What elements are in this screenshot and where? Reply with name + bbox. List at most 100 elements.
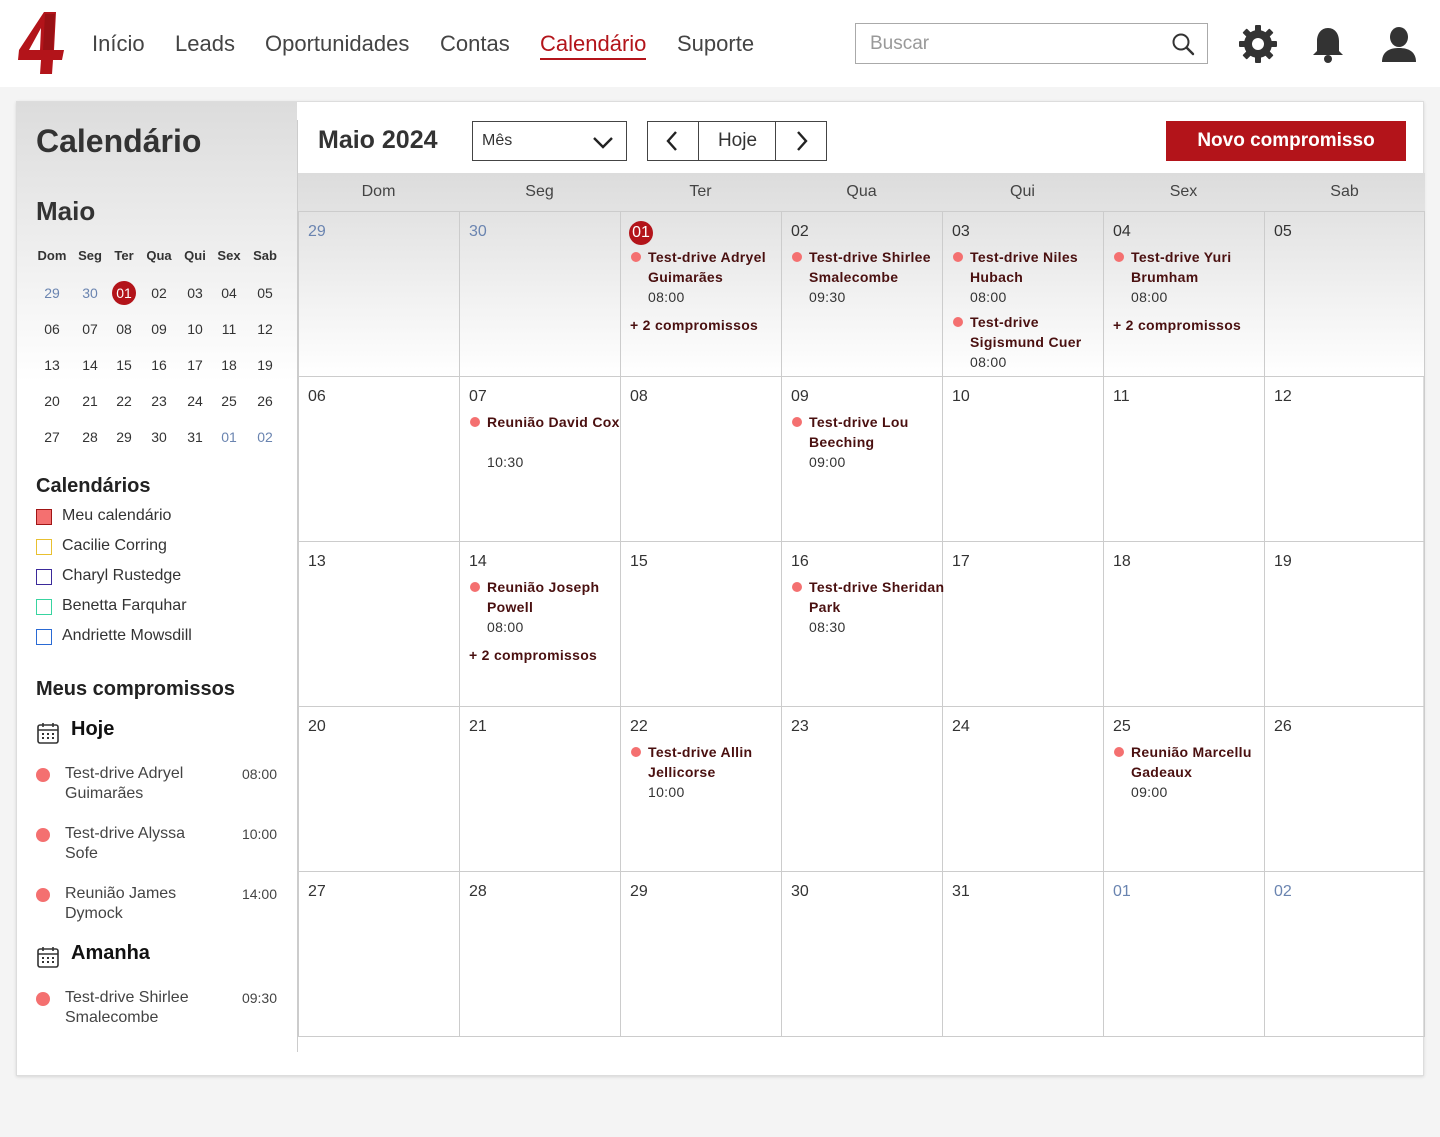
mini-calendar-day[interactable]: 27: [40, 425, 64, 449]
today-button[interactable]: Hoje: [699, 122, 776, 160]
day-number[interactable]: 31: [952, 883, 970, 901]
day-number[interactable]: 12: [1274, 388, 1292, 406]
appointment-item[interactable]: Reunião James Dymock 14:00: [36, 884, 281, 928]
nav-oportunidades[interactable]: Oportunidades: [265, 30, 409, 58]
mini-calendar-day[interactable]: 05: [253, 281, 277, 305]
day-number[interactable]: 09: [791, 388, 809, 406]
nav-contas[interactable]: Contas: [440, 30, 510, 58]
day-number[interactable]: 17: [952, 553, 970, 571]
calendar-color-checkbox[interactable]: [36, 569, 52, 585]
mini-calendar-day[interactable]: 24: [183, 389, 207, 413]
more-events-link[interactable]: + 2 compromissos: [630, 317, 758, 333]
mini-calendar-day[interactable]: 20: [40, 389, 64, 413]
day-number[interactable]: 23: [791, 718, 809, 736]
mini-calendar-day[interactable]: 22: [112, 389, 136, 413]
calendar-event[interactable]: Test-drive Sigismund Cuer 08:00: [953, 312, 1103, 372]
day-number[interactable]: 21: [469, 718, 487, 736]
day-number[interactable]: 26: [1274, 718, 1292, 736]
day-number[interactable]: 18: [1113, 553, 1131, 571]
day-number[interactable]: 14: [469, 553, 487, 571]
day-number[interactable]: 06: [308, 388, 326, 406]
day-number[interactable]: 30: [791, 883, 809, 901]
more-events-link[interactable]: + 2 compromissos: [469, 647, 597, 663]
gear-icon[interactable]: [1238, 24, 1278, 64]
mini-calendar-day[interactable]: 30: [147, 425, 171, 449]
bell-icon[interactable]: [1308, 24, 1348, 64]
mini-calendar-day[interactable]: 29: [112, 425, 136, 449]
mini-calendar-day[interactable]: 01: [112, 281, 136, 305]
calendar-event[interactable]: Test-drive Niles Hubach 08:00: [953, 247, 1103, 307]
day-number[interactable]: 29: [308, 223, 326, 241]
day-number[interactable]: 02: [791, 223, 809, 241]
day-number[interactable]: 30: [469, 223, 487, 241]
calendar-event[interactable]: Reunião Joseph Powell 08:00: [470, 577, 620, 637]
mini-calendar-day[interactable]: 15: [112, 353, 136, 377]
day-number[interactable]: 20: [308, 718, 326, 736]
calendar-color-checkbox[interactable]: [36, 599, 52, 615]
mini-calendar-day[interactable]: 17: [183, 353, 207, 377]
mini-calendar-day[interactable]: 31: [183, 425, 207, 449]
next-month-button[interactable]: [775, 122, 826, 160]
search-icon[interactable]: [1171, 32, 1195, 56]
view-select[interactable]: Mês: [472, 121, 627, 161]
calendar-event[interactable]: Test-drive Adryel Guimarães 08:00: [631, 247, 781, 307]
mini-calendar-day[interactable]: 02: [253, 425, 277, 449]
calendar-event[interactable]: Test-drive Shirlee Smalecombe 09:30: [792, 247, 942, 307]
previous-month-button[interactable]: [648, 122, 699, 160]
more-events-link[interactable]: + 2 compromissos: [1113, 317, 1241, 333]
calendar-color-checkbox[interactable]: [36, 629, 52, 645]
day-number[interactable]: 04: [1113, 223, 1131, 241]
mini-calendar-day[interactable]: 01: [217, 425, 241, 449]
calendar-color-checkbox[interactable]: [36, 509, 52, 525]
mini-calendar-day[interactable]: 25: [217, 389, 241, 413]
mini-calendar-day[interactable]: 29: [40, 281, 64, 305]
day-number[interactable]: 02: [1274, 883, 1292, 901]
mini-calendar-day[interactable]: 13: [40, 353, 64, 377]
calendar-event[interactable]: Reunião Marcellu Gadeaux 09:00: [1114, 742, 1264, 802]
appointment-item[interactable]: Test-drive Shirlee Smalecombe 09:30: [36, 988, 281, 1032]
brand-logo[interactable]: [16, 10, 66, 76]
day-number[interactable]: 13: [308, 553, 326, 571]
mini-calendar-day[interactable]: 08: [112, 317, 136, 341]
mini-calendar-day[interactable]: 02: [147, 281, 171, 305]
mini-calendar-day[interactable]: 30: [78, 281, 102, 305]
calendar-event[interactable]: Reunião David Cox 10:30: [470, 412, 620, 472]
mini-calendar-day[interactable]: 10: [183, 317, 207, 341]
mini-calendar-day[interactable]: 03: [183, 281, 207, 305]
mini-calendar-day[interactable]: 04: [217, 281, 241, 305]
appointment-item[interactable]: Test-drive Adryel Guimarães 08:00: [36, 764, 281, 808]
mini-calendar-day[interactable]: 28: [78, 425, 102, 449]
mini-calendar-day[interactable]: 16: [147, 353, 171, 377]
mini-calendar-day[interactable]: 19: [253, 353, 277, 377]
day-number[interactable]: 28: [469, 883, 487, 901]
calendar-event[interactable]: Test-drive Lou Beeching 09:00: [792, 412, 942, 472]
mini-calendar-day[interactable]: 26: [253, 389, 277, 413]
day-number[interactable]: 05: [1274, 223, 1292, 241]
mini-calendar-day[interactable]: 21: [78, 389, 102, 413]
day-number[interactable]: 24: [952, 718, 970, 736]
mini-calendar-day[interactable]: 18: [217, 353, 241, 377]
day-number[interactable]: 15: [630, 553, 648, 571]
mini-calendar-day[interactable]: 11: [217, 317, 241, 341]
new-appointment-button[interactable]: Novo compromisso: [1166, 121, 1406, 161]
calendar-color-checkbox[interactable]: [36, 539, 52, 555]
day-number[interactable]: 22: [630, 718, 648, 736]
day-number[interactable]: 10: [952, 388, 970, 406]
day-number[interactable]: 19: [1274, 553, 1292, 571]
mini-calendar-day[interactable]: 09: [147, 317, 171, 341]
user-icon[interactable]: [1379, 24, 1419, 64]
mini-calendar-day[interactable]: 12: [253, 317, 277, 341]
day-number[interactable]: 01: [629, 221, 653, 245]
calendar-event[interactable]: Test-drive Sheridan Park 08:30: [792, 577, 944, 637]
search-input[interactable]: [856, 24, 1156, 63]
mini-calendar-day[interactable]: 07: [78, 317, 102, 341]
day-number[interactable]: 08: [630, 388, 648, 406]
day-number[interactable]: 25: [1113, 718, 1131, 736]
day-number[interactable]: 07: [469, 388, 487, 406]
day-number[interactable]: 01: [1113, 883, 1131, 901]
day-number[interactable]: 29: [630, 883, 648, 901]
calendar-event[interactable]: Test-drive Allin Jellicorse 10:00: [631, 742, 781, 802]
nav-calendario[interactable]: Calendário: [540, 30, 647, 60]
day-number[interactable]: 16: [791, 553, 809, 571]
nav-leads[interactable]: Leads: [175, 30, 235, 58]
